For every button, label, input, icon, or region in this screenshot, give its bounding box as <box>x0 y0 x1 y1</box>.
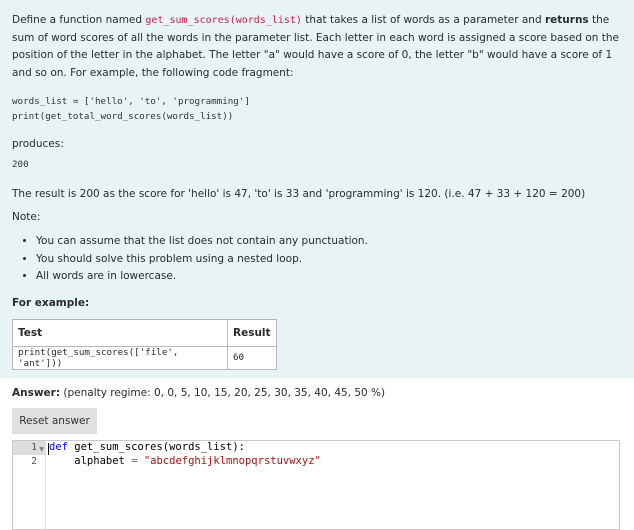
editor-gutter: 1 ▼ 2 <box>13 441 46 529</box>
answer-label: Answer: <box>12 387 61 399</box>
intro-text: Define a function named <box>12 14 146 26</box>
variable-name: alphabet <box>49 455 132 467</box>
line-number: 2 <box>31 456 37 467</box>
function-signature: get_sum_scores(words_list) <box>145 15 302 26</box>
code-line-2[interactable]: alphabet = "abcdefghijklmnopqrstuvwxyz" <box>49 455 321 467</box>
penalty-regime: (penalty regime: 0, 0, 5, 10, 15, 20, 25… <box>63 387 386 399</box>
question-text: Define a function named get_sum_scores(w… <box>12 12 624 82</box>
keyword-def: def <box>49 441 68 453</box>
example-code-block: words_list = ['hello', 'to', 'programmin… <box>12 94 622 124</box>
note-item: You can assume that the list does not co… <box>36 233 622 251</box>
note-label: Note: <box>12 211 41 223</box>
fold-arrow-icon[interactable]: ▼ <box>39 446 44 453</box>
header-test: Test <box>12 318 228 347</box>
line-number: 1 <box>31 442 37 453</box>
produces-label: produces: <box>12 138 64 150</box>
examples-table: Test Result print(get_sum_scores(['file'… <box>12 318 277 370</box>
cell-test: print(get_sum_scores(['file', 'ant'])) <box>12 345 228 370</box>
returns-keyword: returns <box>544 14 589 26</box>
notes-list: You can assume that the list does not co… <box>12 233 622 286</box>
function-def-rest: get_sum_scores(words_list): <box>67 441 245 453</box>
example-code-line: words_list = ['hello', 'to', 'programmin… <box>12 96 250 107</box>
table-header-row: Test Result <box>12 318 277 347</box>
cell-result: 60 <box>227 345 277 370</box>
header-result: Result <box>227 318 277 347</box>
answer-heading: Answer: (penalty regime: 0, 0, 5, 10, 15… <box>12 387 385 399</box>
produces-output: 200 <box>12 159 29 170</box>
note-item: You should solve this problem using a ne… <box>36 251 622 269</box>
reset-answer-button[interactable]: Reset answer <box>12 408 97 434</box>
code-editor[interactable]: 1 ▼ 2 def get_sum_scores(words_list): al… <box>12 440 620 530</box>
alphabet-string: "abcdefghijklmnopqrstuvwxyz" <box>143 455 321 467</box>
question-panel: Define a function named get_sum_scores(w… <box>0 0 634 378</box>
intro-text: that takes a list of words as a paramete… <box>301 14 545 26</box>
example-code-line: print(get_total_word_scores(words_list)) <box>12 111 234 122</box>
code-line-1[interactable]: def get_sum_scores(words_list): <box>49 441 245 453</box>
note-item: All words are in lowercase. <box>36 268 622 286</box>
result-explanation: The result is 200 as the score for 'hell… <box>12 188 586 200</box>
table-row: print(get_sum_scores(['file', 'ant'])) 6… <box>12 345 277 370</box>
for-example-label: For example: <box>12 296 90 309</box>
